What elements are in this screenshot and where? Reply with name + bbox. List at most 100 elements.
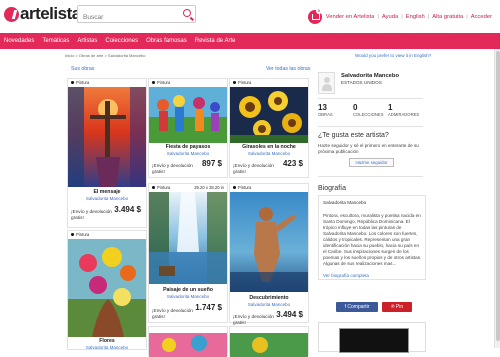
brush-icon <box>71 81 74 84</box>
artwork-title[interactable]: Fiesta de payasos <box>149 144 227 150</box>
artwork-price: 1.747 $ <box>195 303 222 312</box>
logo-text: artelista <box>20 4 81 23</box>
bio-title: Salvadorita Mancebo <box>323 200 367 205</box>
share-buttons: f Compartir ℗ Pin <box>336 302 412 312</box>
shipping-note: ¡Envío y devolución gratis! <box>152 308 193 319</box>
artwork-card[interactable]: Pintura Fiesta de payasos Salvadorita Ma… <box>148 78 228 178</box>
nav-revista[interactable]: Revista de Arte <box>195 38 236 44</box>
search-icon[interactable] <box>183 9 191 17</box>
artwork-card[interactable]: Pintura Flores Salvadorita Mancebo <box>67 230 147 350</box>
artwork-price: 423 $ <box>282 159 303 168</box>
main-nav: Novedades Temáticas Artistas Colecciones… <box>0 33 500 49</box>
artwork-title[interactable]: Girasoles en la noche <box>230 144 308 150</box>
cart-count: 0 <box>315 8 322 14</box>
artist-stats: 13 OBRAS 0 COLECCIONES 1 ADMIRADORES <box>318 103 423 117</box>
brush-icon <box>233 186 236 189</box>
english-version-link[interactable]: Would you prefer to view it in English? <box>355 53 431 58</box>
artwork-type-tag: Pintura <box>71 80 89 85</box>
see-all-works-link[interactable]: Ver todas las obras <box>266 66 310 72</box>
artwork-type-tag: Pintura <box>152 185 170 190</box>
divider <box>318 126 423 127</box>
shipping-note: ¡Envío y devolución gratis! <box>233 314 274 325</box>
artist-country: ESTADOS UNIDOS <box>341 80 382 85</box>
artwork-card[interactable]: Pintura Descubrimiento Salvadorita Mance… <box>229 183 309 325</box>
artwork-artist[interactable]: Salvadorita Mancebo <box>68 196 146 201</box>
brush-icon <box>71 233 74 236</box>
artwork-title[interactable]: El mensaje <box>68 189 146 195</box>
artwork-image[interactable] <box>68 239 146 337</box>
sell-link[interactable]: Vender en Artelista <box>326 14 375 20</box>
nav-artistas[interactable]: Artistas <box>77 38 97 44</box>
stat-collections[interactable]: 0 COLECCIONES <box>353 103 388 117</box>
facebook-share-button[interactable]: f Compartir <box>336 302 378 312</box>
gallery-heading[interactable]: Sus obras <box>71 66 94 72</box>
login-link[interactable]: Acceder <box>471 14 492 20</box>
nav-tematicas[interactable]: Temáticas <box>42 38 69 44</box>
artwork-image[interactable] <box>230 87 308 143</box>
shipping-note: ¡Envío y devolución gratis! <box>152 163 193 174</box>
breadcrumb[interactable]: Inicio > Obras de arte > Salvadorita Man… <box>65 53 146 58</box>
pinterest-button[interactable]: ℗ Pin <box>382 302 412 312</box>
artwork-image[interactable] <box>149 333 227 357</box>
scrollbar-thumb[interactable] <box>496 51 500 341</box>
artwork-title[interactable]: Paisaje de un sueño <box>149 287 227 293</box>
shipping-note: ¡Envío y devolución gratis! <box>233 163 274 174</box>
like-text: Hazte seguidor y sé el primero en entera… <box>318 143 419 154</box>
artwork-artist[interactable]: Salvadorita Mancebo <box>149 294 227 299</box>
artwork-image[interactable] <box>230 192 308 292</box>
logo-mark-icon <box>4 6 19 22</box>
stat-admirers[interactable]: 1 ADMIRADORES <box>388 103 423 117</box>
artwork-price: 3.494 $ <box>276 310 303 319</box>
artwork-dimensions: 29.20 x 28.20 in <box>194 185 224 190</box>
artwork-price: 3.494 $ <box>114 205 141 214</box>
artwork-title[interactable]: Descubrimiento <box>230 295 308 301</box>
site-header: artelista 0 Vender en Artelista| Ayuda| … <box>0 0 500 33</box>
signup-link[interactable]: Alta gratuita <box>432 14 463 20</box>
nav-novedades[interactable]: Novedades <box>4 38 34 44</box>
brush-icon <box>233 81 236 84</box>
search-box <box>77 5 196 26</box>
artwork-type-tag: Pintura <box>233 185 251 190</box>
top-links: 0 Vender en Artelista | Ayuda | English | A… <box>307 8 492 24</box>
artwork-card[interactable] <box>148 326 228 357</box>
artwork-card[interactable]: Pintura El mensaje Salvadorita Mancebo ¡… <box>67 78 147 228</box>
artist-name[interactable]: Salvadorita Mancebo <box>341 73 399 79</box>
help-link[interactable]: Ayuda <box>382 14 398 20</box>
artwork-image[interactable] <box>68 87 146 187</box>
follow-button[interactable]: Hazme seguidor <box>349 158 394 167</box>
bio-more-link[interactable]: Ver biografía completa <box>323 273 369 278</box>
artelista-logo[interactable]: artelista <box>4 4 81 24</box>
artwork-title[interactable]: Flores <box>68 338 146 344</box>
nav-obras-famosas[interactable]: Obras famosas <box>146 38 187 44</box>
artwork-artist[interactable]: Salvadorita Mancebo <box>230 151 308 156</box>
brush-icon <box>152 81 155 84</box>
page-scrollbar[interactable] <box>494 49 500 348</box>
brush-icon <box>152 186 155 189</box>
artwork-card[interactable]: Pintura Girasoles en la noche Salvadorit… <box>229 78 309 178</box>
avatar[interactable] <box>318 72 335 94</box>
artwork-type-tag: Pintura <box>233 80 251 85</box>
artwork-artist[interactable]: Salvadorita Mancebo <box>230 302 308 307</box>
preview-image <box>339 328 409 353</box>
divider <box>318 98 423 99</box>
nav-colecciones[interactable]: Colecciones <box>105 38 138 44</box>
stat-works[interactable]: 13 OBRAS <box>318 103 353 117</box>
shipping-note: ¡Envío y devolución gratis! <box>71 209 112 220</box>
bio-body: Pintora, escultora, muralista y poetisa … <box>323 213 422 266</box>
artwork-image[interactable] <box>149 192 227 284</box>
bio-box: Salvadorita Mancebo Pintora, escultora, … <box>318 195 426 280</box>
artwork-image[interactable] <box>149 87 227 143</box>
like-heading: ¿Te gusta este artista? <box>318 132 389 139</box>
cart-icon[interactable]: 0 <box>307 8 322 24</box>
search-input[interactable] <box>78 9 173 26</box>
artwork-type-tag: Pintura <box>71 232 89 237</box>
artwork-card[interactable]: Pintura 29.20 x 28.20 in Paisaje de un s… <box>148 183 228 323</box>
artwork-price: 897 $ <box>201 159 222 168</box>
artwork-card[interactable] <box>229 326 309 357</box>
artwork-type-tag: Pintura <box>152 80 170 85</box>
divider <box>318 176 423 177</box>
bio-heading: Biografía <box>318 185 347 192</box>
artwork-artist[interactable]: Salvadorita Mancebo <box>149 151 227 156</box>
english-link[interactable]: English <box>406 14 425 20</box>
artwork-image[interactable] <box>230 333 308 357</box>
